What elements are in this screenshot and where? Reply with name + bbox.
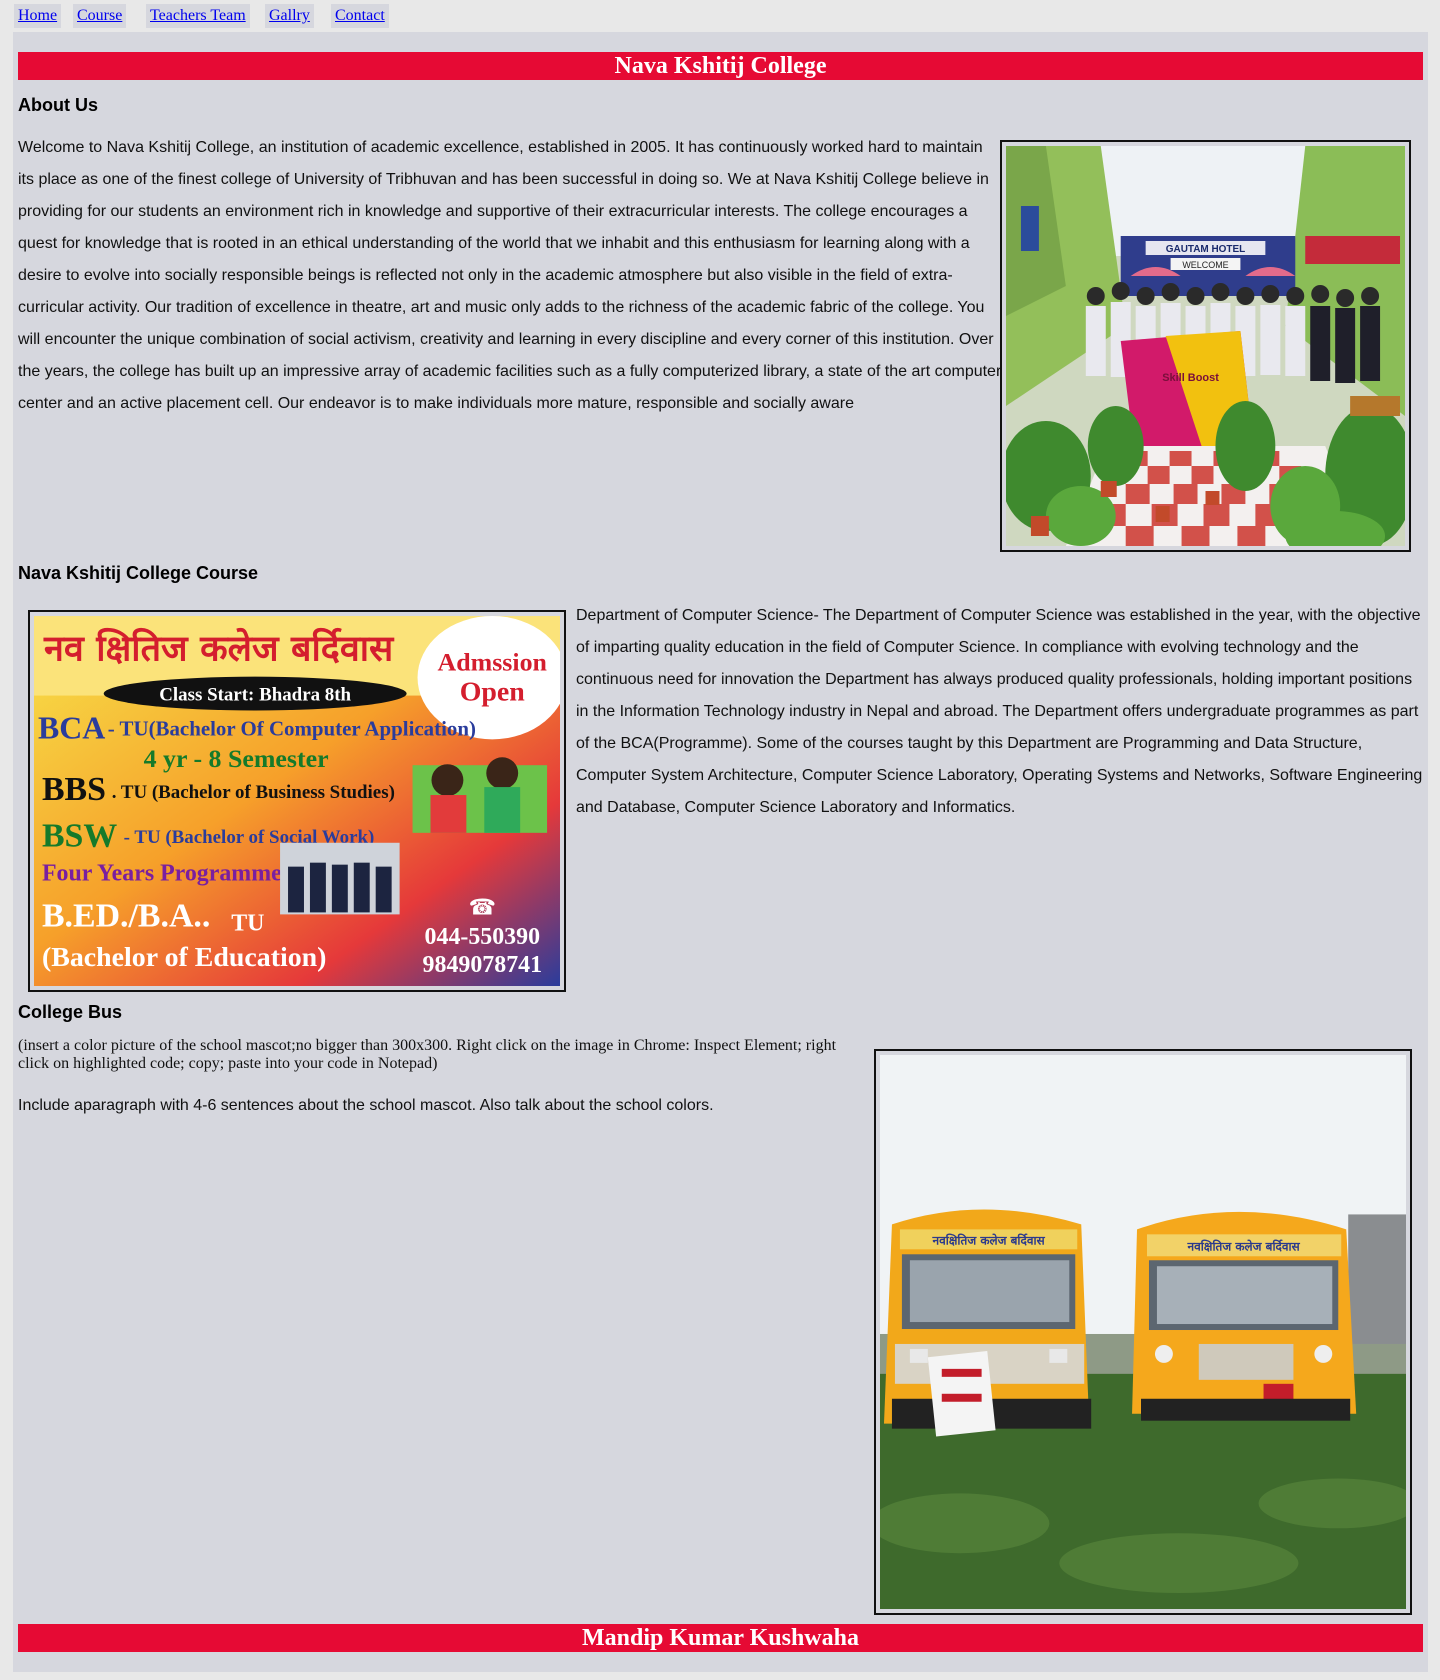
footer-author-name: Mandip Kumar Kushwaha <box>18 1624 1423 1652</box>
poster-admission-line2: Open <box>460 677 526 708</box>
hotel-sign-text: GAUTAM HOTEL <box>1166 244 1245 255</box>
photo-banner-text: Skill Boost <box>1162 372 1219 384</box>
page-title: Nava Kshitij College <box>18 52 1423 80</box>
nav-link-course[interactable]: Course <box>73 4 127 28</box>
nav-link-contact[interactable]: Contact <box>331 4 389 28</box>
poster-bca-desc: - TU(Bachelor Of Computer Application) <box>108 716 476 740</box>
poster-class-start: Class Start: Bhadra 8th <box>159 685 351 706</box>
left-bus-sign-text: नवक्षितिज कलेज बर्दिवास <box>932 1233 1046 1247</box>
poster-bed: B.ED./B.A.. <box>42 897 210 934</box>
welcome-sign-text: WELCOME <box>1182 260 1228 270</box>
campus-photo: GAUTAM HOTEL WELCOME Skill Boost <box>1000 140 1411 552</box>
right-bus-sign-text: नवक्षितिज कलेज बर्दिवास <box>1187 1239 1301 1253</box>
college-bus-photo-image: नवक्षितिज कलेज बर्दिवास नवक्षितिज कलेज ब… <box>880 1055 1406 1609</box>
poster-college-name: नव क्षितिज कलेज बर्दिवास <box>43 628 395 670</box>
poster-bed-tu: TU <box>231 910 264 936</box>
bus-placeholder-note: (insert a color picture of the school ma… <box>18 1037 837 1072</box>
nav-link-teachers-team[interactable]: Teachers Team <box>146 4 250 28</box>
admission-poster-image: नव क्षितिज कलेज बर्दिवास Admssion Open C… <box>34 616 560 986</box>
page-container: Nava Kshitij College About Us Welcome to… <box>13 32 1428 1672</box>
about-heading: About Us <box>18 95 98 115</box>
poster-bbs-desc: . TU (Bachelor of Business Studies) <box>112 782 395 803</box>
college-bus-photo: नवक्षितिज कलेज बर्दिवास नवक्षितिज कलेज ब… <box>874 1049 1412 1615</box>
top-navigation: Home Course Teachers Team Gallry Contact <box>0 0 1440 32</box>
bus-paragraph: Include aparagraph with 4-6 sentences ab… <box>18 1097 714 1114</box>
telephone-icon: ☎ <box>469 895 496 920</box>
campus-photo-image: GAUTAM HOTEL WELCOME Skill Boost <box>1006 146 1405 546</box>
poster-bsw: BSW <box>42 818 117 855</box>
course-paragraph: Department of Computer Science- The Depa… <box>576 607 1423 816</box>
poster-phone-1: 044-550390 <box>425 924 541 950</box>
course-heading: Nava Kshitij College Course <box>18 563 259 583</box>
poster-phone-2: 9849078741 <box>423 952 542 978</box>
poster-duration: 4 yr - 8 Semester <box>144 744 329 773</box>
poster-bbs: BBS <box>42 771 106 808</box>
poster-bed-desc: (Bachelor of Education) <box>42 942 327 973</box>
poster-four-years: Four Years Programme <box>42 861 282 887</box>
poster-bca: BCA <box>38 710 105 745</box>
about-paragraph: Welcome to Nava Kshitij College, an inst… <box>18 139 1002 412</box>
bus-heading: College Bus <box>18 1002 123 1022</box>
poster-admission-line1: Admssion <box>438 648 547 677</box>
admission-poster: नव क्षितिज कलेज बर्दिवास Admssion Open C… <box>28 610 566 992</box>
nav-link-home[interactable]: Home <box>14 4 62 28</box>
nav-link-gallery[interactable]: Gallry <box>265 4 314 28</box>
